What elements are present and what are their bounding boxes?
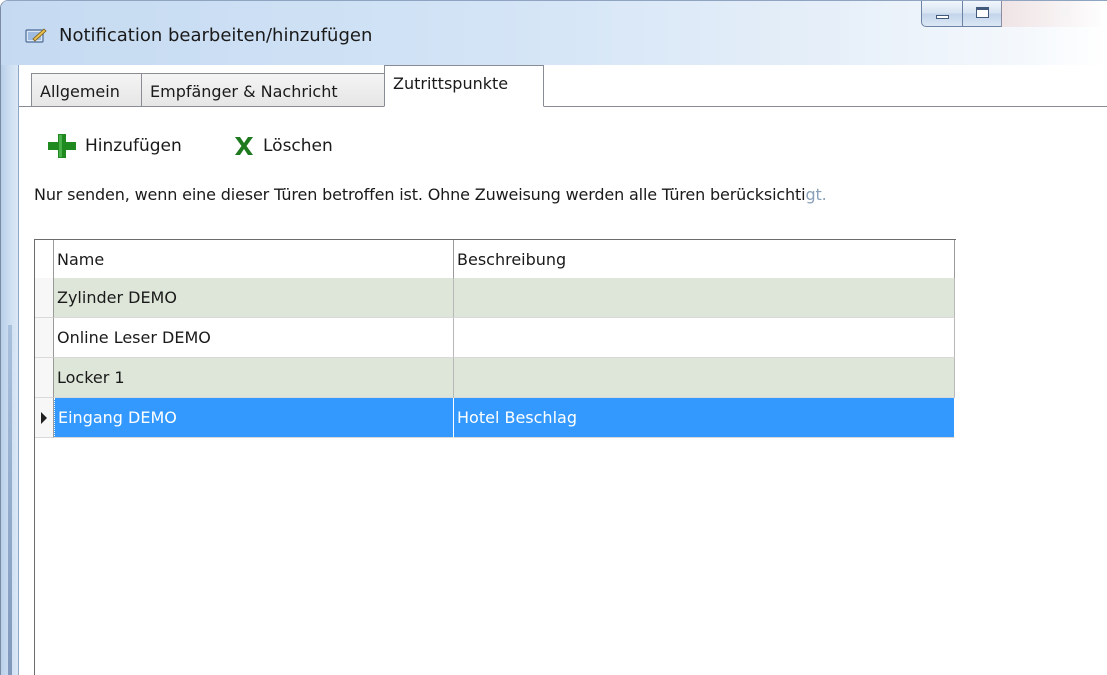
- dialog-window: Notification bearbeiten/hinzufügen X All…: [0, 0, 1107, 675]
- tab-allgemein[interactable]: Allgemein: [31, 73, 142, 107]
- row-selector[interactable]: [35, 318, 54, 358]
- grid-header-row: Name Beschreibung: [35, 240, 955, 280]
- tab-label: Empfänger & Nachricht: [150, 82, 338, 101]
- cell-name[interactable]: Online Leser DEMO: [54, 318, 454, 358]
- tab-empfaenger-nachricht[interactable]: Empfänger & Nachricht: [141, 73, 385, 107]
- window-frame-left: [1, 65, 19, 675]
- cell-description[interactable]: [454, 318, 955, 358]
- close-icon: X: [1059, 3, 1072, 22]
- maximize-icon: [976, 7, 989, 18]
- minimize-icon: [936, 15, 949, 19]
- maximize-button[interactable]: [962, 1, 1002, 27]
- access-points-grid[interactable]: Name Beschreibung Zylinder DEMO Online L…: [34, 239, 956, 675]
- add-button-label: Hinzufügen: [85, 136, 182, 156]
- cell-name[interactable]: Eingang DEMO: [54, 398, 454, 438]
- info-text: Nur senden, wenn eine dieser Türen betro…: [34, 185, 827, 204]
- cell-name[interactable]: Zylinder DEMO: [54, 278, 454, 318]
- notification-edit-icon: [25, 28, 47, 43]
- row-selector[interactable]: [35, 358, 54, 398]
- title-bar[interactable]: Notification bearbeiten/hinzufügen X: [1, 1, 1107, 65]
- delete-button-label: Löschen: [263, 136, 333, 156]
- row-selector[interactable]: [35, 398, 54, 438]
- column-header-name[interactable]: Name: [54, 240, 454, 280]
- tab-label: Zutrittspunkte: [393, 74, 509, 93]
- minimize-button[interactable]: [921, 1, 963, 27]
- x-icon: [235, 137, 253, 155]
- cell-name[interactable]: Locker 1: [54, 358, 454, 398]
- cell-description[interactable]: [454, 278, 955, 318]
- cell-description[interactable]: [454, 358, 955, 398]
- current-row-arrow-icon: [41, 412, 47, 424]
- table-row[interactable]: Zylinder DEMO: [35, 278, 955, 318]
- row-header-corner: [35, 240, 54, 280]
- row-selector[interactable]: [35, 278, 54, 318]
- add-button[interactable]: Hinzufügen: [45, 131, 182, 161]
- plus-icon: [48, 134, 76, 158]
- table-row-selected[interactable]: Eingang DEMO Hotel Beschlag: [35, 398, 955, 438]
- delete-button[interactable]: Löschen: [231, 131, 333, 161]
- table-row[interactable]: Online Leser DEMO: [35, 318, 955, 358]
- tab-label: Allgemein: [40, 82, 120, 101]
- window-title: Notification bearbeiten/hinzufügen: [59, 25, 373, 46]
- table-row[interactable]: Locker 1: [35, 358, 955, 398]
- close-button[interactable]: X: [1001, 1, 1107, 27]
- cell-description[interactable]: Hotel Beschlag: [454, 398, 955, 438]
- tab-zutrittspunkte[interactable]: Zutrittspunkte: [384, 65, 544, 107]
- column-header-description[interactable]: Beschreibung: [454, 240, 955, 280]
